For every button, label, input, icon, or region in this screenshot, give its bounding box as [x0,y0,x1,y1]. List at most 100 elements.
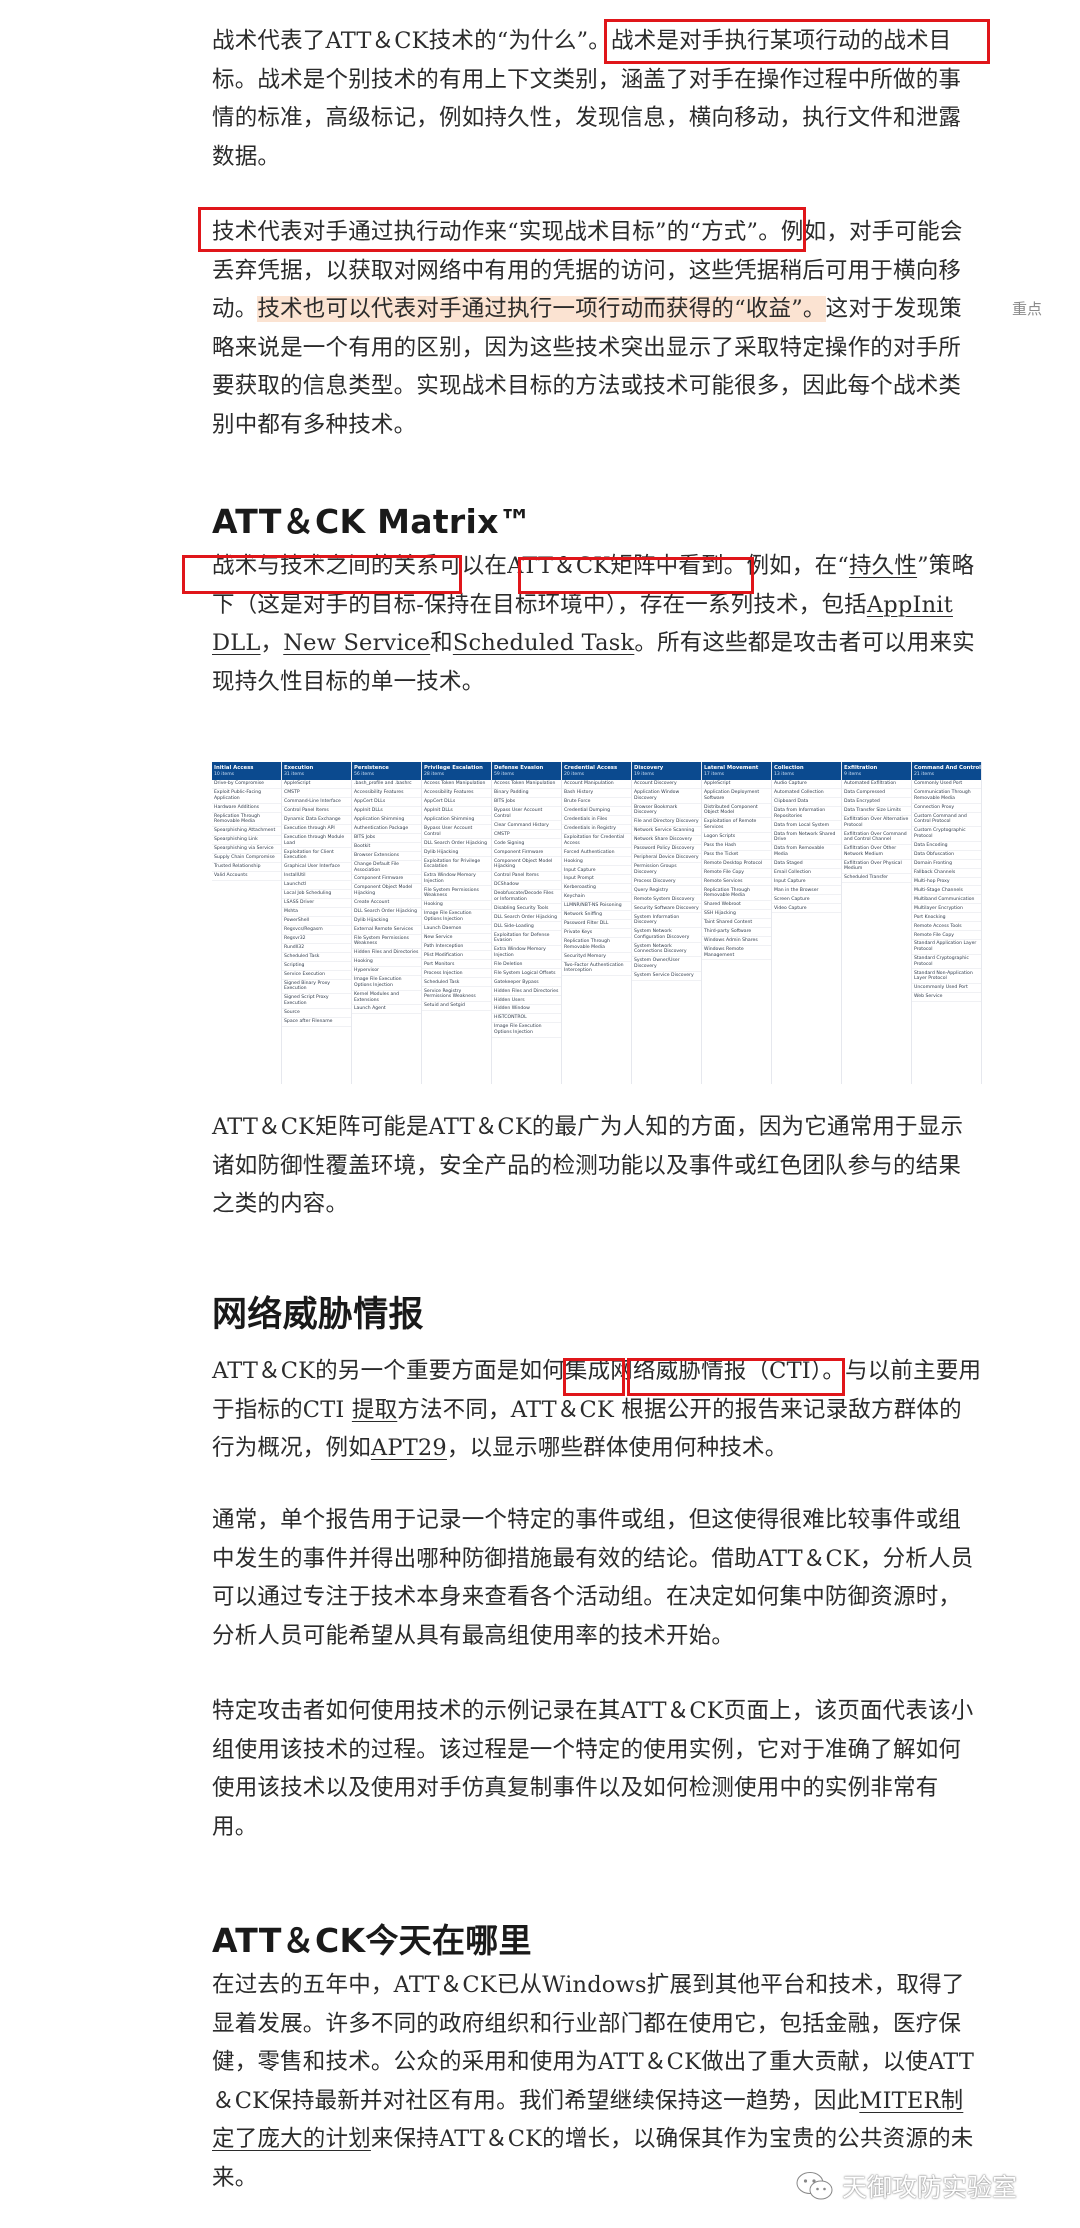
matrix-cell: Deobfuscate/Decode Files or Information [492,890,561,905]
watermark: 天御攻防实验室 [796,2168,1017,2204]
matrix-cell: AppInit DLLs [422,807,491,816]
matrix-cell: BITS Jobs [352,834,421,843]
annotation-box [563,1358,625,1396]
matrix-cell: Automated Exfiltration [842,780,911,789]
inline-link[interactable]: 持久性 [849,553,917,579]
matrix-cell: Spearphishing via Service [212,845,281,854]
text-run: ATT＆CK矩阵可能是ATT＆CK的最广为人知的方面，因为它通常用于显示诸如防御… [212,1114,964,1217]
matrix-column-header: Discovery [632,762,701,772]
matrix-cell: Standard Cryptographic Protocol [912,955,981,970]
matrix-cell: CMSTP [492,830,561,840]
matrix-cell: Scheduled Task [422,978,491,988]
matrix-cell: DCShadow [492,881,561,890]
matrix-column-header: Privilege Escalation [422,762,491,772]
matrix-cell: Clear Command History [492,821,561,831]
matrix-cell: Execution through API [282,825,351,834]
matrix-cell: Extra Window Memory Injection [492,946,561,961]
text-run: 和 [430,630,453,656]
matrix-cell: Accessibility Features [422,789,491,798]
matrix-cell: Credentials in Registry [562,825,631,834]
matrix-cell: AppCert DLLs [422,798,491,807]
matrix-cell: Plist Modification [422,951,491,961]
matrix-cell: Standard Non-Application Layer Protocol [912,969,981,984]
inline-link[interactable]: APT29 [371,1435,447,1461]
matrix-cell: Credentials in Files [562,816,631,825]
matrix-column-header: Execution [282,762,351,772]
matrix-cell: Remote Access Tools [912,922,981,932]
matrix-cell: Man in the Browser [772,886,841,896]
matrix-cell: Hidden Users [492,996,561,1006]
matrix-cell: Process Discovery [632,878,701,887]
matrix-cell: Remote File Copy [912,931,981,941]
matrix-cell: Control Panel Items [492,872,561,881]
matrix-cell: Regsvcs/Regasm [282,926,351,935]
matrix-cell: System Network Connections Discovery [632,943,701,958]
matrix-cell: DLL Side-Loading [492,922,561,932]
matrix-cell: Scheduled Task [282,953,351,962]
matrix-cell: Drive-by Compromise [212,780,281,789]
matrix-cell: Source [282,1009,351,1018]
matrix-cell: Mshta [282,908,351,917]
matrix-column: Persistence 56 items .bash_profile and .ba… [352,762,422,1084]
matrix-column: Initial Access 10 items Drive-by Compromis… [212,762,282,1084]
matrix-column: Execution 31 items AppleScript CMSTP Command… [282,762,352,1084]
matrix-column: Collection 13 items Audio Capture Automated… [772,762,842,1084]
matrix-cell: AppleScript [702,780,771,789]
matrix-column-count: 9 items [842,772,911,780]
inline-link[interactable]: Scheduled Task [453,630,634,656]
annotation-box [518,557,754,594]
inline-link[interactable]: New Service [283,630,430,656]
matrix-cell: Control Panel Items [282,807,351,816]
matrix-cell: Input Capture [772,878,841,887]
matrix-cell: Domain Fronting [912,860,981,869]
matrix-cell: Dylib Hijacking [422,848,491,858]
matrix-cell: Image File Execution Options Injection [422,910,491,925]
matrix-cell: Commonly Used Port [912,780,981,789]
matrix-cell: Browser Extensions [352,852,421,861]
matrix-cell: Hooking [562,857,631,867]
matrix-cell: Remote System Discovery [632,895,701,905]
matrix-cell: Replication Through Removable Media [212,813,281,828]
matrix-cell: Peripheral Device Discovery [632,854,701,863]
inline-link[interactable]: 提取 [352,1397,397,1423]
matrix-column-header: Lateral Movement [702,762,771,772]
matrix-cell: Exfiltration Over Alternative Protocol [842,816,911,831]
wechat-icon [796,2172,833,2200]
matrix-cell: Credential Dumping [562,807,631,816]
matrix-column: Command And Control 21 items Commonly Used… [912,762,982,1084]
matrix-cell: Audio Capture [772,780,841,789]
matrix-column-header: Initial Access [212,762,281,772]
matrix-column-count: 28 items [422,772,491,780]
matrix-cell: Shared Webroot [702,901,771,910]
matrix-cell: Data Compressed [842,789,911,798]
matrix-cell: Signed Binary Proxy Execution [282,980,351,995]
matrix-cell: Spearphishing Attachment [212,827,281,837]
matrix-cell: Component Firmware [492,848,561,858]
matrix-cell: Multi-hop Proxy [912,878,981,887]
matrix-cell: Exploitation for Privilege Escalation [422,857,491,872]
matrix-cell: Code Signing [492,839,561,849]
matrix-cell: Video Capture [772,904,841,914]
matrix-cell: File System Permissions Weakness [422,886,491,902]
matrix-cell: Keychain [562,893,631,903]
matrix-cell: Third-party Software [702,928,771,937]
matrix-cell: Data Staged [772,860,841,869]
matrix-column-count: 31 items [282,772,351,780]
matrix-cell: Trusted Relationship [212,863,281,872]
matrix-column-header: Persistence [352,762,421,772]
matrix-cell: File System Logical Offsets [492,969,561,979]
matrix-cell: Component Object Model Hijacking [352,884,421,899]
matrix-cell: Exploitation of Remote Services [702,818,771,833]
cti-heading: 网络威胁情报 [212,1295,424,1335]
matrix-cell: Signed Script Proxy Execution [282,994,351,1009]
matrix-cell: LLMNR/NBT-NS Poisoning [562,902,631,912]
matrix-column-count: 20 items [562,772,631,780]
matrix-cell: File System Permissions Weakness [352,935,421,950]
matrix-cell: Account Manipulation [562,780,631,789]
matrix-cell: PowerShell [282,917,351,926]
matrix-cell: BITS Jobs [492,798,561,807]
side-note-label: 重点 [1012,300,1043,318]
matrix-column-count: 17 items [702,772,771,780]
matrix-cell: System Information Discovery [632,913,701,928]
matrix-cell: Component Object Model Hijacking [492,857,561,872]
